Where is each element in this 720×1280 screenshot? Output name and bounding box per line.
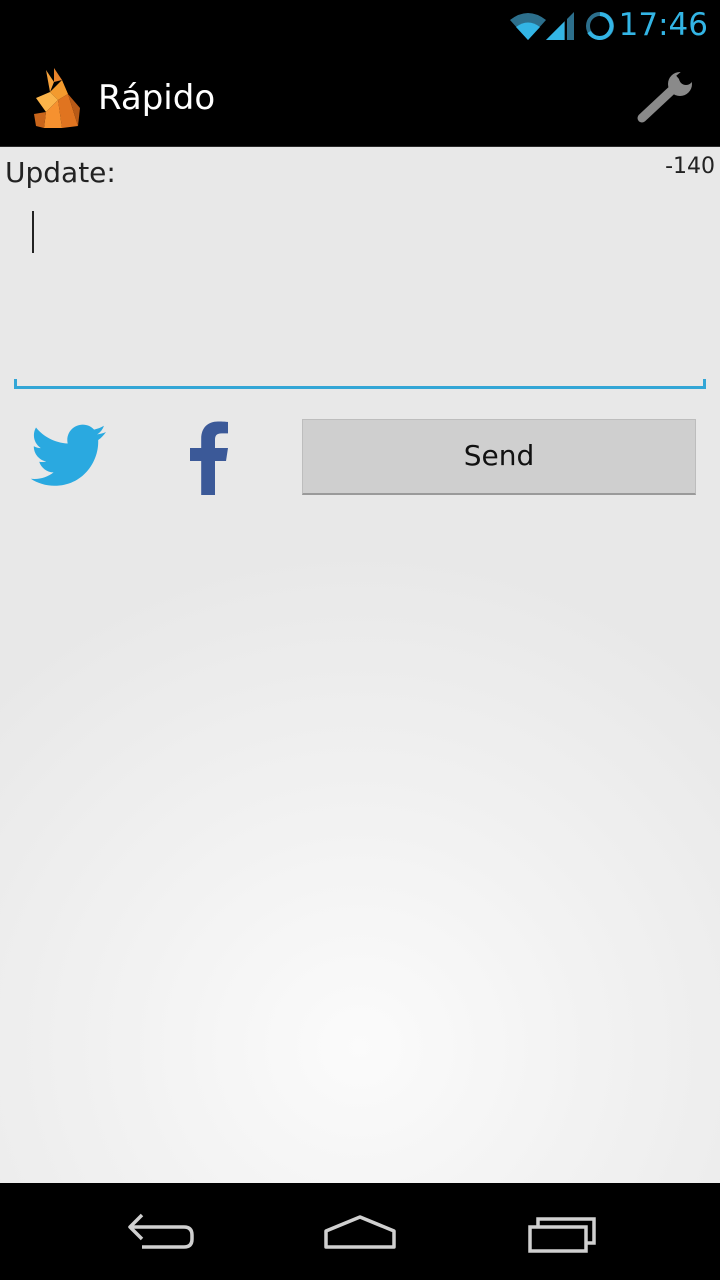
facebook-f-icon[interactable]: [186, 419, 230, 495]
compose-panel: Update: -140 Send: [0, 147, 720, 1183]
send-button[interactable]: Send: [302, 419, 696, 495]
action-bar: Rápido: [0, 50, 720, 147]
text-field-underline: [14, 386, 706, 389]
navigation-bar: [0, 1183, 720, 1280]
sync-icon: [586, 12, 614, 40]
signal-icon: [546, 12, 574, 40]
text-caret: [32, 211, 34, 253]
origami-rabbit-logo: [34, 68, 80, 128]
underline-left-tick: [14, 379, 17, 389]
wrench-icon[interactable]: [636, 70, 700, 126]
character-counter: -140: [665, 154, 715, 179]
twitter-bird-icon[interactable]: [30, 423, 108, 489]
home-icon[interactable]: [320, 1205, 400, 1257]
wifi-icon: [510, 13, 546, 40]
update-label: Update:: [5, 156, 116, 189]
back-icon[interactable]: [122, 1205, 202, 1257]
underline-right-tick: [703, 379, 706, 389]
status-time: 17:46: [618, 7, 708, 43]
status-bar: 17:46: [0, 0, 720, 50]
recents-icon[interactable]: [522, 1205, 602, 1257]
app-title: Rápido: [98, 78, 216, 118]
update-text-field[interactable]: [14, 199, 706, 389]
